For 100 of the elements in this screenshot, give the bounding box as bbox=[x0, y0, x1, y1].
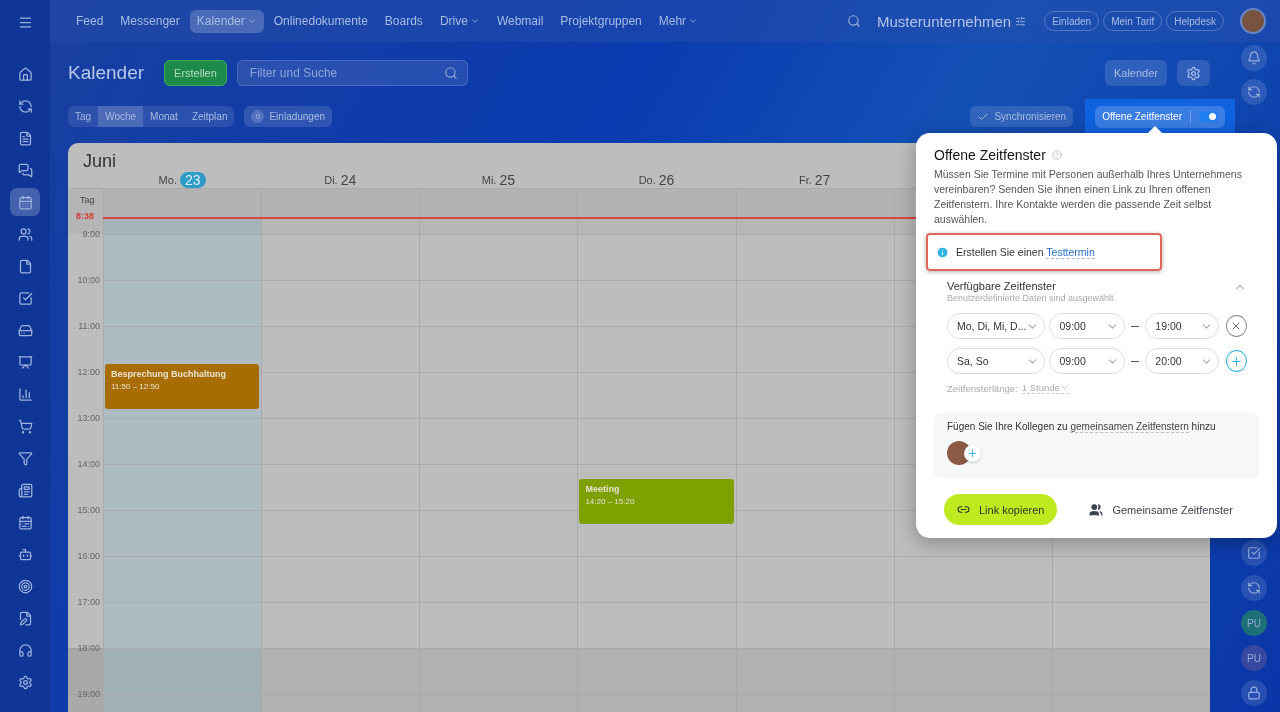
document-icon bbox=[17, 130, 33, 146]
funnel-icon bbox=[17, 450, 33, 466]
invitations-button[interactable]: 0 Einladungen bbox=[244, 106, 333, 127]
nav-item[interactable]: Mehr bbox=[651, 9, 706, 33]
section-subtitle: Benutzerdefinierte Daten sind ausgewählt bbox=[947, 293, 1114, 303]
search-icon bbox=[443, 66, 458, 80]
hour-label: 15:00 bbox=[77, 505, 100, 515]
weekday-label: Mo. bbox=[158, 174, 177, 186]
count-badge: 0 bbox=[251, 110, 265, 123]
nav-item[interactable]: Drive bbox=[432, 9, 487, 33]
date-number: 26 bbox=[658, 172, 675, 188]
open-slots-toggle[interactable]: Offene Zeitfenster bbox=[1095, 105, 1225, 128]
calendar-button[interactable]: Kalender bbox=[1104, 60, 1167, 86]
rail-button[interactable] bbox=[1241, 79, 1267, 105]
rail-button[interactable] bbox=[1241, 680, 1267, 706]
settings-button[interactable] bbox=[1177, 60, 1210, 86]
calendar-event[interactable]: Besprechung Buchhaltung 11:50 – 12:50 bbox=[105, 364, 260, 410]
initials-avatar[interactable]: PU bbox=[1241, 645, 1267, 671]
hour-label: 19:00 bbox=[77, 689, 100, 699]
rail-button[interactable] bbox=[1241, 575, 1267, 601]
length-label: Zeitfensterlänge: bbox=[947, 382, 1018, 394]
nav-item[interactable]: Onlinedokumente bbox=[266, 9, 375, 33]
rail-button[interactable] bbox=[1241, 45, 1267, 71]
section-title: Verfügbare Zeitfenster bbox=[947, 280, 1057, 292]
cart-icon bbox=[17, 418, 33, 434]
shared-slots-button[interactable]: Gemeinsame Zeitfenster bbox=[1083, 501, 1239, 518]
weekday-label: Di. bbox=[324, 174, 338, 186]
hour-label: 12:00 bbox=[77, 367, 100, 377]
calendar-icon bbox=[17, 514, 33, 530]
weekday-label: Do. bbox=[638, 174, 656, 186]
sync-button[interactable]: Synchronisieren bbox=[970, 106, 1074, 127]
create-button[interactable]: Erstellen bbox=[164, 60, 227, 86]
popup-title: Offene Zeitfenster bbox=[934, 147, 1046, 163]
view-tab[interactable]: Woche bbox=[98, 106, 144, 127]
nav-item[interactable]: Feed bbox=[69, 9, 111, 33]
shared-slots-link[interactable]: gemeinsamen Zeitfenstern bbox=[1070, 421, 1189, 433]
hour-label: 16:00 bbox=[77, 551, 100, 561]
checkbox-icon bbox=[17, 290, 33, 306]
file-icon bbox=[17, 258, 33, 274]
spiral-icon bbox=[1247, 581, 1261, 595]
rail-button[interactable] bbox=[1241, 540, 1267, 566]
lock-icon bbox=[1247, 686, 1261, 700]
remove-button[interactable] bbox=[1225, 315, 1247, 337]
calendar-event[interactable]: Meeting 14:20 – 15:20 bbox=[579, 479, 734, 525]
nav-item[interactable]: Projektgruppen bbox=[553, 9, 649, 33]
hour-label: 9:00 bbox=[82, 229, 100, 239]
hour-label: 13:00 bbox=[77, 413, 100, 423]
robot-icon bbox=[17, 546, 33, 562]
newspaper-icon bbox=[17, 482, 33, 498]
hour-label: 11:00 bbox=[78, 321, 100, 331]
calendar-icon bbox=[17, 194, 33, 210]
date-number: 23 bbox=[179, 172, 206, 188]
test-link[interactable]: Testtermin bbox=[1046, 246, 1095, 259]
view-tab[interactable]: Zeitplan bbox=[184, 106, 235, 127]
nav-item[interactable]: Messenger bbox=[113, 9, 187, 33]
hour-label: 14:00 bbox=[77, 459, 100, 469]
weekday-label: Fr. bbox=[798, 174, 812, 186]
sliders-icon bbox=[1015, 15, 1027, 27]
hour-label: 17:00 bbox=[77, 597, 100, 607]
caret-icon bbox=[469, 16, 480, 26]
nav-item[interactable]: Boards bbox=[377, 9, 430, 33]
caret-icon bbox=[688, 16, 699, 26]
view-tab[interactable]: Tag bbox=[68, 106, 99, 127]
date-number: 25 bbox=[499, 172, 515, 188]
caret-icon bbox=[1059, 383, 1069, 392]
initials-avatar[interactable]: PU bbox=[1241, 610, 1267, 636]
people-icon bbox=[17, 226, 33, 242]
target-icon bbox=[17, 578, 33, 594]
cycle-icon bbox=[17, 98, 33, 114]
weekday-label: Mi. bbox=[481, 174, 497, 186]
hour-label: 10:00 bbox=[77, 275, 100, 285]
bar-chart-icon bbox=[17, 386, 33, 402]
drive-icon bbox=[17, 322, 33, 338]
caret-icon bbox=[246, 16, 257, 26]
menu-icon bbox=[17, 14, 33, 30]
nav-item[interactable]: Kalender bbox=[189, 9, 264, 33]
info-icon bbox=[936, 245, 949, 259]
people-icon bbox=[1089, 502, 1104, 517]
search-icon bbox=[846, 14, 861, 28]
add-button[interactable] bbox=[1225, 350, 1247, 372]
settings-icon bbox=[17, 674, 33, 690]
copy-link-button[interactable]: Link kopieren bbox=[944, 494, 1058, 525]
date-number: 27 bbox=[814, 172, 831, 188]
sidebar-item[interactable] bbox=[10, 188, 40, 216]
nav-item[interactable]: Webmail bbox=[489, 9, 551, 33]
hour-label: 18:00 bbox=[77, 643, 100, 653]
current-time: 8:38 bbox=[76, 211, 94, 221]
headphones-icon bbox=[17, 642, 33, 658]
pen-document-icon bbox=[17, 610, 33, 626]
settings-icon bbox=[1186, 65, 1201, 81]
length-select[interactable]: 1 Stunde bbox=[1021, 382, 1069, 394]
view-tab[interactable]: Monat bbox=[143, 106, 185, 127]
presentation-icon bbox=[17, 354, 33, 370]
link-icon bbox=[957, 503, 970, 516]
bell-icon bbox=[1247, 51, 1261, 65]
plus-icon bbox=[1229, 354, 1243, 368]
description: Müssen Sie Termine mit Personen außerhalb Ihres Unternehmens vereinbaren? Senden Sie ihnen einen Link zu Ihren offenen Zeitfenstern. Ihre Kontakte werden die passende Zeit selbst auswählen. bbox=[934, 167, 1243, 227]
chat-icon bbox=[17, 162, 33, 178]
home-icon bbox=[17, 66, 33, 82]
checkbox-icon bbox=[1247, 546, 1261, 560]
